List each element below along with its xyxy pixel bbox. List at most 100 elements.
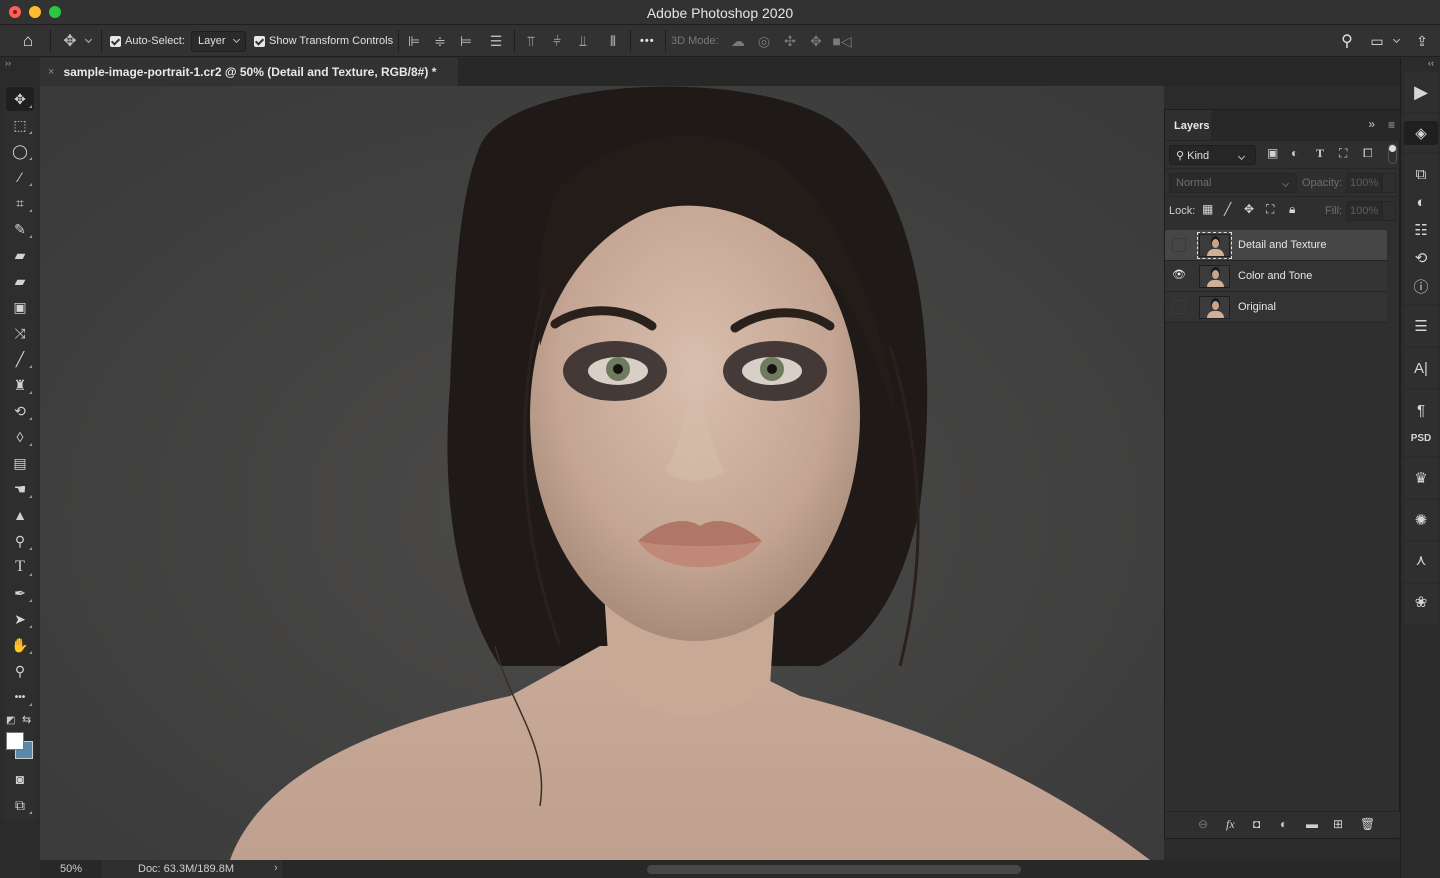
show-transform-check[interactable] — [254, 35, 265, 47]
swap-colors-icon[interactable]: ⇆ — [22, 713, 31, 726]
layer-row[interactable]: Detail and Texture — [1165, 230, 1387, 261]
rectangular-marquee-tool[interactable]: ⬚ — [6, 113, 34, 137]
clone-stamp-tool[interactable]: ♜ — [6, 373, 34, 397]
brush-tool[interactable]: ╱ — [6, 347, 34, 371]
magic-wand-tool[interactable]: ⁄ — [6, 165, 34, 189]
collapse-panel-icon[interactable]: » — [1368, 117, 1375, 131]
lock-image-icon[interactable]: ╱ — [1224, 202, 1231, 216]
slide-3d-icon[interactable]: ✥ — [807, 25, 825, 57]
tool-preset-dropdown[interactable] — [84, 25, 93, 57]
horizontal-scrollbar[interactable] — [647, 865, 1021, 874]
dodge-tool[interactable]: ⚲ — [6, 529, 34, 553]
navigator-panel-icon[interactable]: ✺ — [1404, 508, 1438, 532]
patch-tool[interactable]: ▣ — [6, 295, 34, 319]
actions-panel-icon[interactable]: ▶ — [1404, 80, 1438, 104]
move-tool[interactable]: ✥ — [6, 87, 34, 111]
zoom-level[interactable]: 50% — [60, 863, 82, 875]
paragraph-panel-icon[interactable]: ¶ — [1404, 398, 1438, 422]
layers-panel-icon[interactable]: ◈ — [1404, 121, 1438, 145]
distribute-vertical-icon[interactable]: ⦀ — [604, 25, 622, 57]
blend-mode-dropdown[interactable]: Normal — [1169, 173, 1297, 193]
libraries-panel-icon[interactable]: ⧉ — [1404, 162, 1438, 186]
layer-row[interactable]: 👁︎ Color and Tone — [1165, 261, 1387, 292]
drag-3d-icon[interactable]: ✣ — [781, 25, 799, 57]
roll-3d-icon[interactable]: ◎ — [755, 25, 773, 57]
filter-pixel-icon[interactable]: ▣ — [1267, 146, 1278, 160]
workspace-dropdown[interactable] — [1392, 25, 1401, 57]
auto-select-check[interactable] — [110, 35, 121, 47]
new-layer-icon[interactable]: ⊞ — [1333, 817, 1343, 831]
auto-select-checkbox[interactable]: Auto-Select: — [110, 25, 185, 57]
smudge-tool[interactable]: ☚ — [6, 477, 34, 501]
scale-3d-camera-icon[interactable]: ■◁ — [832, 25, 851, 57]
opacity-slider-button[interactable] — [1382, 173, 1396, 193]
zoom-tool[interactable]: ⚲ — [6, 659, 34, 683]
panel-menu-icon[interactable]: ≡ — [1388, 118, 1395, 132]
document-canvas[interactable] — [40, 86, 1164, 860]
character-panel-icon[interactable]: A| — [1404, 356, 1438, 380]
align-bottom-edges-icon[interactable]: ⫫ — [574, 25, 592, 57]
align-horizontal-centers-icon[interactable]: ≑ — [431, 25, 449, 57]
status-more-button[interactable]: › — [274, 862, 278, 874]
history-panel-icon[interactable]: ⟲ — [1404, 246, 1438, 270]
search-icon[interactable]: ⚲ — [1337, 25, 1357, 57]
dock-collapse-button[interactable]: ‹‹ — [1428, 58, 1434, 68]
eraser-tool[interactable]: ◊ — [6, 425, 34, 449]
spot-healing-brush-tool[interactable]: ▰ — [6, 243, 34, 267]
pen-tool[interactable]: ✒ — [6, 581, 34, 605]
screen-mode-button[interactable]: ⧉ — [6, 793, 34, 817]
content-aware-move-tool[interactable]: ⤨ — [6, 321, 34, 345]
align-vertical-centers-icon[interactable]: ⫩ — [548, 25, 566, 57]
gradient-tool[interactable]: ▤ — [6, 451, 34, 475]
lock-transparent-icon[interactable]: ▦ — [1202, 202, 1213, 216]
crop-tool[interactable]: ⌗ — [6, 191, 34, 215]
healing-brush-tool[interactable]: ▰ — [6, 269, 34, 293]
toolbox-collapse-button[interactable]: ›› — [0, 58, 40, 72]
layers-tab[interactable]: Layers — [1165, 110, 1211, 140]
type-tool[interactable]: T — [6, 555, 34, 579]
align-left-edges-icon[interactable]: ⊫ — [405, 25, 423, 57]
eye-icon[interactable]: 👁︎ — [1172, 269, 1186, 283]
share-icon[interactable]: ⇪ — [1412, 25, 1432, 57]
hand-tool[interactable]: ✋ — [6, 633, 34, 657]
auto-select-target-dropdown[interactable]: Layer — [191, 30, 246, 52]
show-transform-controls-checkbox[interactable]: Show Transform Controls — [254, 25, 393, 57]
histogram-panel-icon[interactable]: ♛ — [1404, 466, 1438, 490]
filter-kind-dropdown[interactable]: ⚲ Kind — [1169, 145, 1256, 165]
adjustments-panel-icon[interactable]: ◐ — [1404, 190, 1438, 214]
home-icon[interactable]: ⌂ — [16, 25, 40, 57]
visibility-toggle[interactable] — [1172, 238, 1186, 252]
filter-toggle[interactable] — [1388, 144, 1397, 164]
lock-all-icon[interactable]: 🔒︎ — [1289, 202, 1295, 217]
document-tab[interactable]: × sample-image-portrait-1.cr2 @ 50% (Det… — [40, 58, 458, 86]
adjustment-layer-icon[interactable]: ◐ — [1280, 817, 1287, 831]
default-colors-icon[interactable]: ◩ — [6, 715, 15, 726]
delete-layer-icon[interactable]: 🗑︎ — [1360, 817, 1375, 831]
quick-mask-button[interactable]: ◙ — [6, 767, 34, 791]
filter-shape-icon[interactable]: ⛶ — [1339, 146, 1347, 161]
fill-slider-button[interactable] — [1382, 201, 1396, 221]
foreground-color-swatch[interactable] — [6, 732, 24, 750]
layer-row[interactable]: Original — [1165, 292, 1387, 323]
tool-presets-panel-icon[interactable]: ☰ — [1404, 314, 1438, 338]
lasso-tool[interactable]: ◯ — [6, 139, 34, 163]
eyedropper-tool[interactable]: ✎ — [6, 217, 34, 241]
workspace-icon[interactable]: ▭ — [1367, 25, 1387, 57]
sharpen-tool[interactable]: ▲ — [6, 503, 34, 527]
paths-panel-icon[interactable]: ⋏ — [1404, 548, 1438, 572]
edit-toolbar-button[interactable]: ••• — [6, 685, 34, 709]
new-group-icon[interactable]: ▬ — [1306, 817, 1318, 831]
align-right-edges-icon[interactable]: ⊨ — [457, 25, 475, 57]
link-layers-icon[interactable]: ⊖ — [1198, 817, 1208, 831]
lock-position-icon[interactable]: ✥ — [1244, 202, 1254, 216]
more-options-button[interactable]: ••• — [640, 25, 655, 57]
path-selection-tool[interactable]: ➤ — [6, 607, 34, 631]
align-top-edges-icon[interactable]: ⫪ — [522, 25, 540, 57]
channels-panel-icon[interactable]: ❀ — [1404, 590, 1438, 614]
orbit-3d-icon[interactable]: ☁ — [729, 25, 747, 57]
fill-field[interactable]: 100% — [1346, 201, 1382, 221]
properties-panel-icon[interactable]: ☷ — [1404, 218, 1438, 242]
history-brush-tool[interactable]: ⟲ — [6, 399, 34, 423]
info-panel-icon[interactable]: ⓘ — [1404, 274, 1438, 298]
opacity-field[interactable]: 100% — [1346, 173, 1382, 193]
